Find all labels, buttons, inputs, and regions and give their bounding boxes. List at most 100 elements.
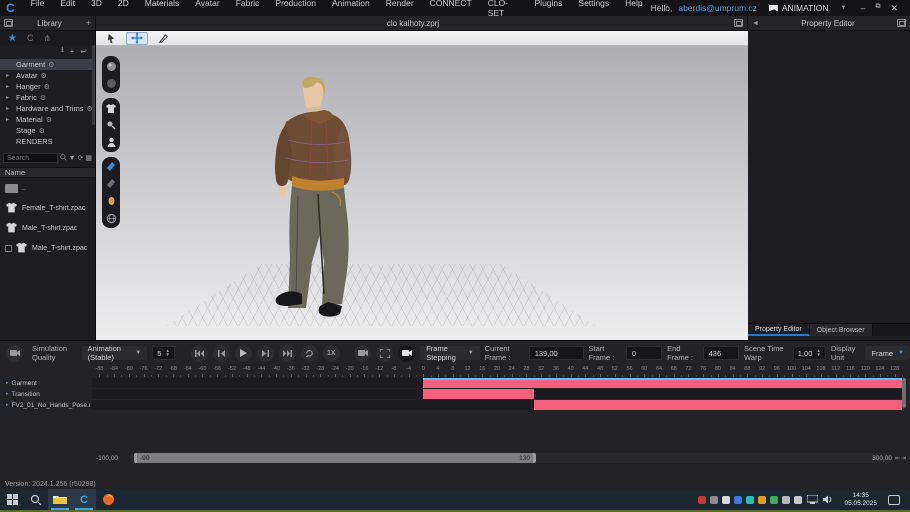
fit-range-icon[interactable]: ⇤⇥ (895, 454, 906, 462)
timeline-vertical-scrollbar[interactable] (902, 378, 906, 408)
move-gizmo-tool-icon[interactable] (126, 31, 148, 45)
display-unit-dropdown[interactable]: Frame ▼ (865, 346, 910, 360)
gear-icon[interactable]: ⚙ (41, 72, 47, 80)
next-frame-button[interactable] (256, 344, 274, 362)
tree-item-material[interactable]: ▸ Material ⚙ (0, 114, 95, 125)
display-tray-icon[interactable] (807, 495, 819, 504)
track-expand-icon[interactable]: ▸ (6, 402, 9, 408)
simulate-tool-icon[interactable] (105, 60, 117, 72)
file-explorer-icon[interactable] (48, 489, 72, 510)
tree-item-renders[interactable]: RENDERS (0, 136, 95, 147)
name-column-header[interactable]: Name (0, 167, 95, 178)
avatar-head-icon[interactable] (105, 195, 117, 207)
tray-app-icon[interactable] (782, 495, 791, 504)
file-item[interactable]: Female_T-shirt.zpac (0, 198, 95, 218)
fabric-gray-icon[interactable] (105, 178, 117, 190)
tray-app-icon[interactable] (698, 495, 707, 504)
track-expand-icon[interactable]: ▸ (6, 380, 9, 386)
add-folder-icon[interactable]: + (70, 47, 75, 56)
fabric-blue-icon[interactable] (105, 161, 117, 173)
tree-item-avatar[interactable]: ▸ Avatar ⚙ (0, 70, 95, 81)
property-editor-collapse-icon[interactable]: ◄ (752, 20, 759, 27)
go-to-end-button[interactable] (278, 344, 296, 362)
tree-item-garment[interactable]: Garment ⚙ (0, 59, 95, 70)
world-grid-icon[interactable] (105, 212, 117, 224)
show-garment-icon[interactable] (105, 102, 117, 114)
tree-item-hanger[interactable]: ▸ Hanger ⚙ (0, 81, 95, 92)
simulation-quality-dropdown[interactable]: Animation (Stable) ▼ (81, 344, 148, 362)
timeline-ruler[interactable]: -88 -84 -80 -76 -72 -68 -64 -60 -56 -52 -48 -44 -40-… (92, 365, 903, 378)
avatar-model[interactable] (234, 74, 384, 319)
start-frame-input[interactable]: 0 (625, 346, 663, 360)
tree-item-fabric[interactable]: ▸ Fabric ⚙ (0, 92, 95, 103)
go-to-start-button[interactable] (190, 344, 208, 362)
close-button[interactable]: ✕ (890, 3, 898, 14)
file-item[interactable]: Male_T-shirt.zpac (0, 238, 95, 258)
volume-tray-icon[interactable] (823, 495, 833, 504)
gear-icon[interactable]: ⚙ (40, 94, 46, 102)
tree-expand-icon[interactable]: ▸ (6, 105, 13, 112)
play-button[interactable] (234, 344, 252, 362)
track-clip[interactable] (423, 378, 902, 388)
download-icon[interactable]: ⭳ (61, 44, 64, 58)
search-input[interactable] (3, 153, 58, 163)
tree-expand-icon[interactable]: ▸ (6, 72, 13, 79)
reload-icon[interactable]: ⟳ (78, 154, 84, 162)
tray-app-icon[interactable] (758, 495, 767, 504)
notification-center-icon[interactable] (888, 494, 900, 505)
taskbar-search-icon[interactable] (24, 489, 48, 510)
file-item[interactable]: .. (0, 178, 95, 198)
track-lane[interactable] (92, 389, 902, 399)
gear-icon[interactable]: ⚙ (44, 83, 50, 91)
track-lane[interactable] (92, 400, 902, 410)
tree-expand-icon[interactable]: ▸ (6, 94, 13, 101)
firefox-icon[interactable] (96, 489, 120, 510)
loop-button[interactable] (300, 344, 318, 362)
favorites-tab-icon[interactable]: ★ (8, 33, 17, 44)
tray-app-icon[interactable] (722, 495, 731, 504)
speed-stepper[interactable]: 5 ▲ ▼ (152, 346, 175, 360)
gear-icon[interactable]: ⚙ (48, 61, 54, 69)
viewport-popout-icon[interactable] (734, 19, 743, 27)
show-avatar-icon[interactable] (105, 136, 117, 148)
mode-selector[interactable]: ANIMATION (763, 3, 835, 13)
track-label-fv2-01-no-hands-pose-mtn[interactable]: ▸FV2_01_No_Hands_Pose.mtn (0, 400, 90, 410)
track-label-transition[interactable]: ▸ Transition (0, 389, 90, 399)
grid-view-icon[interactable]: ▦ (85, 154, 92, 162)
scene-time-warp-stepper[interactable]: 1,00 ▲ ▼ (792, 346, 826, 360)
tray-app-icon[interactable] (746, 495, 755, 504)
refresh-icon[interactable]: ↩ (80, 47, 87, 56)
pen-tool-icon[interactable] (152, 32, 174, 45)
frame-stepping-dropdown[interactable]: Frame Stepping ▼ (420, 344, 480, 362)
track-clip[interactable] (533, 400, 902, 410)
pins-tool-icon[interactable] (105, 119, 117, 131)
feather-tab-icon[interactable]: ⋔ (43, 33, 51, 44)
track-label-garment[interactable]: ▸ Garment (0, 378, 90, 388)
clo-library-tab-icon[interactable]: C (27, 33, 34, 43)
3d-viewport[interactable] (96, 31, 748, 340)
gizmo-dropdown-icon[interactable] (100, 32, 122, 45)
library-popout-icon[interactable] (4, 19, 13, 27)
current-frame-input[interactable]: 139,00 (528, 346, 584, 360)
capture-frame-button[interactable] (376, 344, 394, 362)
restore-button[interactable]: ⧉ (875, 3, 880, 14)
tab-object-browser[interactable]: Object Browser (809, 324, 873, 336)
file-checkbox[interactable] (5, 244, 12, 252)
start-button[interactable] (0, 489, 24, 510)
library-scrollbar[interactable] (92, 45, 95, 125)
search-options-caret-icon[interactable]: ▼ (69, 155, 76, 162)
library-add-icon[interactable]: + (86, 18, 91, 28)
mode-caret-icon[interactable]: ▼ (840, 5, 846, 11)
gear-icon[interactable]: ⚙ (39, 127, 45, 135)
gear-icon[interactable]: ⚙ (46, 116, 52, 124)
taskbar-clock[interactable]: 14:35 05.05.2025 (838, 492, 883, 508)
minimize-button[interactable]: – (860, 3, 865, 14)
playback-speed-button[interactable]: 1X (322, 344, 340, 362)
tray-app-icon[interactable] (710, 495, 719, 504)
tray-app-icon[interactable] (734, 495, 743, 504)
tree-item-stage[interactable]: Stage ⚙ (0, 125, 95, 136)
search-icon[interactable] (59, 153, 67, 163)
simulate-alt-tool-icon[interactable] (105, 77, 117, 89)
file-item[interactable]: Male_T-shirt.zpac (0, 218, 95, 238)
timeline-hscroll-track[interactable]: -90 130 (130, 453, 892, 463)
